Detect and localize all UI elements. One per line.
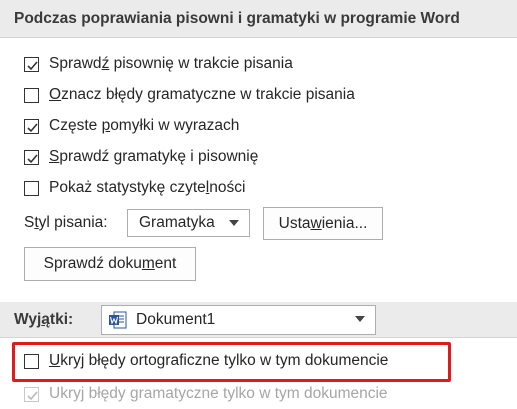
recheck-document-button[interactable]: Sprawdź dokument bbox=[24, 247, 196, 281]
checkbox[interactable] bbox=[24, 149, 39, 165]
option-check-spelling-as-you-type[interactable]: Sprawdź pisownię w trakcie pisania bbox=[24, 53, 293, 75]
option-hide-grammar-errors-this-document: Ukryj błędy gramatyczne tylko w tym doku… bbox=[24, 383, 388, 405]
highlight-annotation bbox=[12, 342, 451, 382]
section-title: Podczas poprawiania pisowni i gramatyki … bbox=[14, 10, 460, 27]
option-label: Ukryj błędy gramatyczne tylko w tym doku… bbox=[49, 385, 388, 402]
checkbox[interactable] bbox=[24, 56, 39, 72]
document-name: Dokument1 bbox=[136, 311, 216, 328]
settings-button[interactable]: Ustawienia... bbox=[263, 207, 383, 240]
writing-style-label: Styl pisania: bbox=[24, 214, 108, 231]
option-label: Sprawdź pisownię w trakcie pisania bbox=[49, 55, 293, 72]
recheck-document-label: Sprawdź dokument bbox=[43, 255, 177, 272]
option-frequently-confused-words[interactable]: Częste pomyłki w wyrazach bbox=[24, 115, 239, 137]
option-check-grammar-and-spelling[interactable]: Sprawdź gramatykę i pisownię bbox=[24, 146, 258, 168]
checkbox[interactable] bbox=[24, 87, 39, 103]
option-label: Częste pomyłki w wyrazach bbox=[49, 117, 240, 134]
option-label: Pokaż statystykę czytelności bbox=[49, 179, 246, 196]
checkmark-icon bbox=[27, 122, 38, 132]
option-show-readability-statistics[interactable]: Pokaż statystykę czytelności bbox=[24, 177, 245, 199]
checkbox[interactable] bbox=[24, 118, 39, 134]
option-label: Sprawdź gramatykę i pisownię bbox=[49, 148, 259, 165]
settings-button-label: Ustawienia... bbox=[278, 214, 368, 232]
exceptions-label: Wyjątki: bbox=[14, 310, 74, 328]
chevron-down-icon bbox=[229, 220, 239, 226]
option-label: Oznacz błędy gramatyczne w trakcie pisan… bbox=[49, 86, 355, 103]
writing-style-value: Gramatyka bbox=[139, 214, 215, 231]
checkmark-icon bbox=[27, 390, 38, 400]
writing-style-dropdown[interactable]: Gramatyka bbox=[127, 209, 250, 237]
section-header-proofing: Podczas poprawiania pisowni i gramatyki … bbox=[0, 0, 517, 38]
exceptions-document-dropdown[interactable]: Dokument1 bbox=[101, 305, 376, 335]
checkbox bbox=[24, 386, 39, 402]
chevron-down-icon bbox=[355, 316, 365, 322]
checkmark-icon bbox=[27, 60, 38, 70]
word-document-icon bbox=[109, 311, 127, 329]
checkbox[interactable] bbox=[24, 180, 39, 196]
checkmark-icon bbox=[27, 153, 38, 163]
option-mark-grammar-errors[interactable]: Oznacz błędy gramatyczne w trakcie pisan… bbox=[24, 84, 355, 106]
